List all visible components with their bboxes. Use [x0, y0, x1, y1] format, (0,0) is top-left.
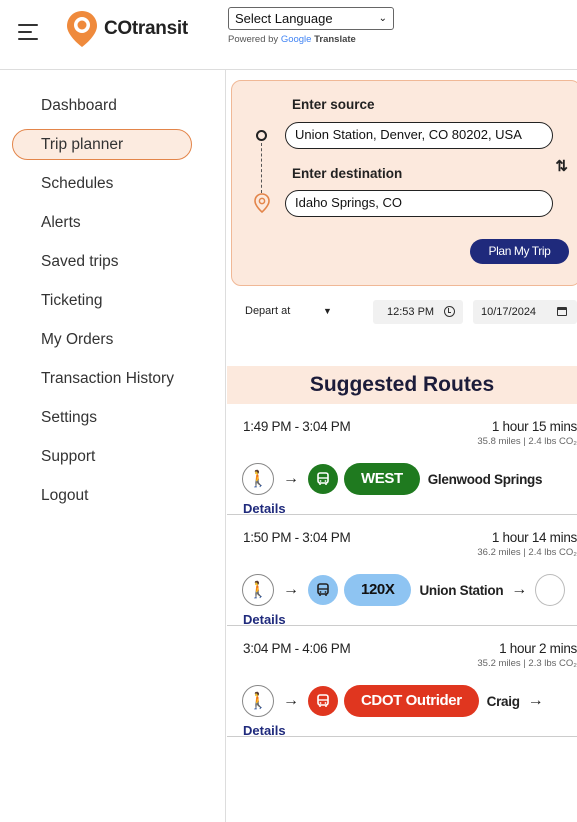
- bus-icon: [308, 464, 338, 494]
- bus-icon: [308, 575, 338, 605]
- bus-icon: [308, 686, 338, 716]
- arrow-right-icon: →: [283, 692, 299, 709]
- arrow-right-icon: →: [511, 581, 528, 598]
- route-connector: [261, 143, 262, 193]
- trip-planner-form: Enter source Union Station, Denver, CO 8…: [231, 80, 577, 286]
- suggested-routes-heading: Suggested Routes: [227, 366, 577, 404]
- sidebar-item-alerts[interactable]: Alerts: [12, 207, 192, 238]
- google-label: Google: [280, 34, 312, 45]
- route-destination: Glenwood Springs: [427, 471, 543, 487]
- origin-dot-icon: [256, 130, 267, 141]
- destination-pin-icon: [254, 193, 270, 213]
- walk-icon: 🚶: [242, 574, 274, 606]
- translate-link[interactable]: Translate: [314, 34, 356, 45]
- route-meta: 35.8 miles | 2.4 lbs CO₂: [477, 436, 577, 447]
- details-link[interactable]: Details: [243, 501, 286, 516]
- departure-options: Depart at ▼ 12:53 PM 10/17/2024: [231, 296, 577, 330]
- destination-input[interactable]: Idaho Springs, CO: [285, 190, 553, 217]
- time-value: 12:53 PM: [387, 306, 435, 318]
- caret-down-icon[interactable]: ▼: [323, 306, 332, 316]
- route-badge: WEST: [344, 463, 420, 495]
- language-widget: Select Language ⌄ Powered by Google Tran…: [228, 7, 394, 45]
- time-input[interactable]: 12:53 PM: [373, 300, 463, 324]
- route-badge: 120X: [344, 574, 412, 606]
- sidebar-item-logout[interactable]: Logout: [12, 480, 192, 511]
- app-header: COtransit Select Language ⌄ Powered by G…: [0, 0, 577, 70]
- route-legs: 🚶 → CDOT Outrider Craig →: [242, 684, 544, 718]
- brand-name: COtransit: [104, 18, 188, 39]
- details-link[interactable]: Details: [243, 612, 286, 627]
- main-content: Enter source Union Station, Denver, CO 8…: [227, 70, 577, 822]
- sidebar-item-settings[interactable]: Settings: [12, 402, 192, 433]
- sidebar-item-my-orders[interactable]: My Orders: [12, 324, 192, 355]
- sidebar-item-schedules[interactable]: Schedules: [12, 168, 192, 199]
- walk-icon: 🚶: [242, 463, 274, 495]
- calendar-icon[interactable]: [557, 307, 567, 316]
- destination-label: Enter destination: [292, 166, 403, 181]
- details-link[interactable]: Details: [243, 723, 286, 738]
- chevron-down-icon: ⌄: [378, 13, 387, 24]
- sidebar-item-support[interactable]: Support: [12, 441, 192, 472]
- next-leg-icon: [535, 574, 566, 606]
- arrow-right-icon: →: [283, 470, 299, 487]
- source-label: Enter source: [292, 97, 375, 112]
- arrow-right-icon: →: [527, 692, 544, 709]
- swap-icon[interactable]: ⇅: [555, 157, 568, 175]
- sidebar: Dashboard Trip planner Schedules Alerts …: [0, 70, 226, 822]
- arrow-right-icon: →: [283, 581, 299, 598]
- route-badge: CDOT Outrider: [344, 685, 479, 717]
- sidebar-item-saved-trips[interactable]: Saved trips: [12, 246, 192, 277]
- clock-icon[interactable]: [444, 306, 455, 317]
- route-card[interactable]: 1:49 PM - 3:04 PM 1 hour 15 mins 35.8 mi…: [227, 404, 577, 516]
- route-card[interactable]: 3:04 PM - 4:06 PM 1 hour 2 mins 35.2 mil…: [227, 626, 577, 738]
- route-card[interactable]: 1:50 PM - 3:04 PM 1 hour 14 mins 36.2 mi…: [227, 515, 577, 627]
- date-value: 10/17/2024: [481, 306, 537, 318]
- route-duration: 1 hour 14 mins: [491, 530, 577, 545]
- language-select-value: Select Language: [235, 11, 333, 26]
- depart-mode-select[interactable]: Depart at: [245, 305, 290, 317]
- powered-by-text: Powered by Google Translate: [228, 34, 356, 45]
- date-input[interactable]: 10/17/2024: [473, 300, 577, 324]
- sidebar-item-ticketing[interactable]: Ticketing: [12, 285, 192, 316]
- route-legs: 🚶 → 120X Union Station →: [242, 573, 566, 607]
- route-time: 1:49 PM - 3:04 PM: [243, 419, 351, 434]
- sidebar-item-dashboard[interactable]: Dashboard: [12, 90, 192, 121]
- sidebar-item-transaction-history[interactable]: Transaction History: [12, 363, 212, 394]
- route-time: 3:04 PM - 4:06 PM: [243, 641, 351, 656]
- route-time: 1:50 PM - 3:04 PM: [243, 530, 351, 545]
- language-select[interactable]: Select Language ⌄: [228, 7, 394, 30]
- location-pin-logo-icon: [67, 11, 97, 47]
- route-meta: 36.2 miles | 2.4 lbs CO₂: [477, 547, 577, 558]
- walk-icon: 🚶: [242, 685, 274, 717]
- route-destination: Craig: [486, 693, 520, 709]
- route-destination: Union Station: [419, 582, 504, 598]
- menu-icon[interactable]: [18, 24, 38, 40]
- route-duration: 1 hour 15 mins: [491, 419, 577, 434]
- route-meta: 35.2 miles | 2.3 lbs CO₂: [477, 658, 577, 669]
- route-duration: 1 hour 2 mins: [499, 641, 577, 656]
- sidebar-item-trip-planner[interactable]: Trip planner: [12, 129, 192, 160]
- plan-my-trip-button[interactable]: Plan My Trip: [470, 239, 569, 264]
- source-input[interactable]: Union Station, Denver, CO 80202, USA: [285, 122, 553, 149]
- brand-logo[interactable]: COtransit: [64, 9, 188, 49]
- route-legs: 🚶 → WEST Glenwood Springs: [242, 462, 542, 496]
